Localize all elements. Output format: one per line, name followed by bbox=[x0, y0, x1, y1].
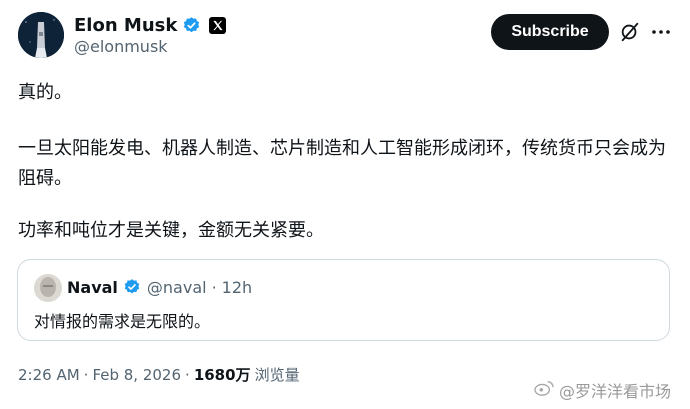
watermark-text: @罗洋洋看市场 bbox=[559, 382, 672, 401]
author-name-row: Elon Musk bbox=[74, 12, 227, 38]
tweet-paragraph: 一旦太阳能发电、机器人制造、芯片制造和人工智能形成闭环，传统货币只会成为阻碍。 bbox=[18, 138, 666, 189]
subscribe-button[interactable]: Subscribe bbox=[491, 14, 609, 50]
author-handle[interactable]: @elonmusk bbox=[74, 37, 168, 56]
tweet-paragraph: 功率和吨位才是关键，金额无关紧要。 bbox=[18, 220, 324, 241]
watermark: @罗洋洋看市场 bbox=[533, 378, 671, 402]
x-affiliation-icon[interactable] bbox=[209, 16, 227, 34]
weibo-logo-icon bbox=[533, 379, 555, 401]
view-count: 1680万 bbox=[193, 366, 251, 384]
view-count-label: 浏览量 bbox=[254, 366, 300, 384]
post-date[interactable]: Feb 8, 2026 bbox=[92, 366, 181, 384]
quoted-author-handle: @naval bbox=[146, 277, 207, 297]
post-time[interactable]: 2:26 AM bbox=[18, 366, 80, 384]
quoted-author-avatar[interactable] bbox=[34, 274, 62, 302]
tweet-paragraph: 真的。 bbox=[18, 82, 72, 103]
meta-separator: · bbox=[83, 365, 89, 384]
author-name[interactable]: Elon Musk bbox=[74, 15, 177, 36]
grok-icon[interactable] bbox=[619, 21, 641, 43]
tweet-meta: 2:26 AM · Feb 8, 2026 · 1680万 浏览量 bbox=[18, 364, 300, 385]
quoted-tweet-text: 对情报的需求是无限的。 bbox=[34, 312, 211, 331]
meta-separator: · bbox=[211, 277, 217, 297]
quoted-author-name: Naval bbox=[67, 277, 118, 297]
quoted-tweet-header: Naval @naval · 12h bbox=[67, 275, 252, 299]
more-options-icon[interactable] bbox=[649, 20, 673, 44]
author-avatar[interactable] bbox=[18, 12, 64, 58]
meta-separator: · bbox=[185, 365, 190, 384]
verified-badge-icon bbox=[123, 278, 142, 297]
quoted-tweet-age: 12h bbox=[221, 277, 253, 297]
verified-badge-icon bbox=[182, 16, 201, 35]
quoted-tweet-card[interactable]: Naval @naval · 12h 对情报的需求是无限的。 bbox=[17, 259, 670, 341]
